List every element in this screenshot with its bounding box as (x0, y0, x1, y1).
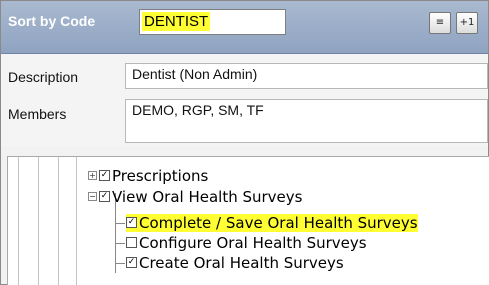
tree-guide-line (76, 157, 77, 285)
checkbox-checked-icon[interactable]: ✓ (99, 191, 110, 202)
tree-node-create-surveys[interactable]: ✓ Create Oral Health Surveys (126, 254, 344, 272)
tree-connector (115, 223, 125, 224)
expand-icon[interactable]: + (88, 171, 97, 180)
permissions-tree: + ✓ Prescriptions − ✓ View Oral Health Surve… (7, 156, 489, 285)
collapse-icon[interactable]: − (88, 192, 97, 201)
tree-node-view-oral-health-surveys[interactable]: − ✓ View Oral Health Surveys (88, 188, 302, 206)
members-label: Members (8, 106, 67, 122)
tree-node-configure-surveys[interactable]: Configure Oral Health Surveys (126, 234, 367, 252)
checkbox-checked-icon[interactable]: ✓ (126, 257, 137, 268)
tree-guide-line (58, 157, 59, 285)
tree-connector (115, 243, 125, 244)
role-editor-panel: Sort by Code DENTIST ≡ +1 Description De… (0, 0, 489, 285)
code-input[interactable]: DENTIST (139, 9, 286, 35)
tree-node-label: Complete / Save Oral Health Surveys (139, 214, 418, 232)
description-label: Description (8, 69, 79, 85)
tree-node-label: Create Oral Health Surveys (139, 254, 344, 272)
tree-node-prescriptions[interactable]: + ✓ Prescriptions (88, 167, 208, 185)
highlight: ✓ Complete / Save Oral Health Surveys (126, 214, 418, 232)
header-bar: Sort by Code DENTIST ≡ +1 (1, 1, 488, 54)
tree-node-label: View Oral Health Surveys (112, 188, 303, 206)
tree-guide-line (38, 157, 39, 285)
tree-guide-line (18, 157, 19, 285)
members-field[interactable]: DEMO, RGP, SM, TF (125, 99, 488, 143)
members-value: DEMO, RGP, SM, TF (132, 102, 264, 118)
description-field[interactable]: Dentist (Non Admin) (125, 63, 488, 89)
checkbox-checked-icon[interactable]: ✓ (99, 170, 110, 181)
plus-one-icon: +1 (459, 17, 475, 28)
details-panel: Description Dentist (Non Admin) Members … (1, 54, 488, 146)
align-button[interactable]: ≡ (429, 12, 451, 34)
checkbox-unchecked-icon[interactable] (126, 237, 137, 248)
align-icon: ≡ (435, 17, 445, 28)
code-input-value: DENTIST (142, 12, 211, 31)
sort-by-code-label: Sort by Code (8, 13, 96, 29)
checkbox-checked-icon[interactable]: ✓ (126, 217, 137, 228)
tree-connector (115, 263, 125, 264)
tree-node-label: Configure Oral Health Surveys (139, 234, 367, 252)
tree-node-complete-save-surveys[interactable]: ✓ Complete / Save Oral Health Surveys (126, 214, 418, 232)
plus-one-button[interactable]: +1 (456, 12, 478, 34)
description-value: Dentist (Non Admin) (132, 66, 258, 82)
tree-node-label: Prescriptions (112, 167, 209, 185)
